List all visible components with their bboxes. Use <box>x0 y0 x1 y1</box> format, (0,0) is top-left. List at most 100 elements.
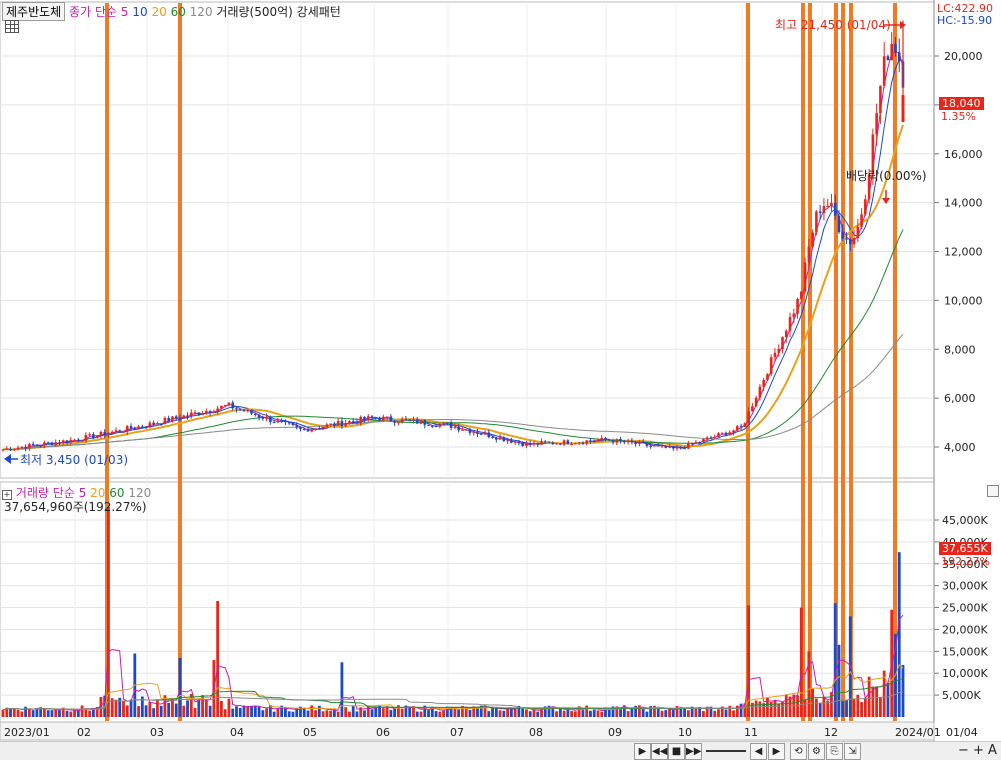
candle-body <box>645 442 649 446</box>
x-axis-bar <box>0 721 935 741</box>
ma-period-5: 5 <box>120 5 129 19</box>
candle-body <box>468 429 472 433</box>
volume-bar <box>442 710 445 717</box>
volume-bar <box>276 708 280 717</box>
candle-body <box>619 439 622 441</box>
candle-body <box>272 421 276 423</box>
volume-bar <box>80 705 84 717</box>
volume-bar <box>24 706 27 717</box>
stock-name-box[interactable]: 제주반도체 <box>2 2 66 21</box>
candle-body <box>687 442 690 449</box>
candle-body <box>875 113 878 135</box>
candle-body <box>141 426 144 428</box>
export-icon[interactable]: ⇲ <box>844 743 861 760</box>
candle-body <box>231 402 235 409</box>
candle-body <box>683 448 686 450</box>
candle-body <box>404 419 408 421</box>
volume-bar <box>818 703 822 717</box>
zoom-controls[interactable]: − + A <box>958 743 997 758</box>
volume-bar <box>291 711 295 717</box>
volume-bar <box>777 703 781 717</box>
candle-body <box>167 418 170 422</box>
candle-body <box>171 416 174 422</box>
candle-body <box>265 416 268 419</box>
candle-body <box>182 415 186 419</box>
volume-bar <box>841 701 845 717</box>
zoom-slider[interactable] <box>706 750 746 752</box>
stock-chart[interactable]: 20,00018,00016,00014,00012,00010,0008,00… <box>0 0 1001 741</box>
candle-body <box>837 215 841 233</box>
volume-panel-button[interactable] <box>987 485 999 497</box>
volume-bar <box>626 711 630 717</box>
candle-body <box>107 433 110 436</box>
candle-body <box>864 199 867 215</box>
candle-body <box>555 443 558 445</box>
volume-bar <box>502 710 506 717</box>
price-tick-label: 14,000 <box>944 197 983 210</box>
candle-body <box>318 428 321 430</box>
volume-bar <box>585 705 589 717</box>
volume-bar <box>220 700 223 717</box>
candle-body <box>807 246 811 263</box>
candle-body <box>397 422 400 424</box>
candle-body <box>186 415 189 417</box>
volume-bar <box>702 711 705 717</box>
volume-bar <box>58 710 61 717</box>
candle-body <box>607 439 611 441</box>
candle-body <box>848 239 852 245</box>
volume-bar <box>363 710 366 717</box>
candle-body <box>306 429 310 432</box>
candle-body <box>152 422 155 425</box>
candle-body <box>664 445 668 448</box>
chart-scrollbar[interactable]: ▶ ◀◀ ■ ▶▶ ◀ ▶ ⟲ ⚙ ⎘ ⇲ − + A <box>0 741 1001 760</box>
volume-bar <box>901 665 905 717</box>
volume-bar <box>796 695 799 717</box>
candle-body <box>668 446 671 448</box>
price-tick-label: 16,000 <box>944 148 983 161</box>
zoom-in-icon[interactable]: ▶ <box>768 743 785 760</box>
copy-icon[interactable]: ⎘ <box>826 743 843 760</box>
candle-body <box>713 436 717 438</box>
candle-body <box>822 206 826 213</box>
volume-bar <box>814 698 818 717</box>
ma-period-20: 20 <box>151 5 167 19</box>
volume-bar <box>807 651 811 717</box>
signal-line <box>808 3 812 721</box>
volume-tick-label: 15,000K <box>942 645 988 658</box>
volume-bar <box>314 710 317 717</box>
price-legend: 제주반도체 종가 단순 5 10 20 60 120 거래량(500억) 강세패… <box>2 2 341 21</box>
x-tick-label: 06 <box>376 726 390 739</box>
candle-body <box>702 438 705 443</box>
candle-body <box>792 313 796 318</box>
table-grid-icon[interactable] <box>5 20 19 33</box>
first-icon[interactable]: ◀◀ <box>651 743 668 760</box>
volume-bar <box>43 708 46 717</box>
candle-body <box>781 337 784 350</box>
candle-body <box>841 232 845 239</box>
volume-bar <box>122 701 125 717</box>
volume-bar <box>592 709 596 717</box>
candle-body <box>276 420 280 423</box>
candle-body <box>242 409 246 412</box>
restore-icon[interactable]: ⟲ <box>790 743 807 760</box>
candle-body <box>585 440 588 444</box>
candle-body <box>623 440 626 443</box>
scroll-right-icon[interactable]: ▶ <box>634 743 651 760</box>
candle-body <box>92 434 95 438</box>
candle-body <box>446 422 449 424</box>
volume-bar <box>351 705 355 717</box>
candle-body <box>31 443 35 445</box>
last-icon[interactable]: ▶▶ <box>685 743 702 760</box>
stop-icon[interactable]: ■ <box>668 743 685 760</box>
candle-body <box>61 440 65 444</box>
volume-bar <box>370 709 374 717</box>
volume-bar <box>216 600 220 717</box>
candle-body <box>295 425 299 428</box>
volume-bar <box>65 710 69 717</box>
ma-period-10: 10 <box>132 5 148 19</box>
candle-body <box>690 442 694 444</box>
zoom-out-icon[interactable]: ◀ <box>750 743 767 760</box>
settings-icon[interactable]: ⚙ <box>808 743 825 760</box>
volume-bar <box>46 710 50 717</box>
volume-bar <box>713 710 717 717</box>
